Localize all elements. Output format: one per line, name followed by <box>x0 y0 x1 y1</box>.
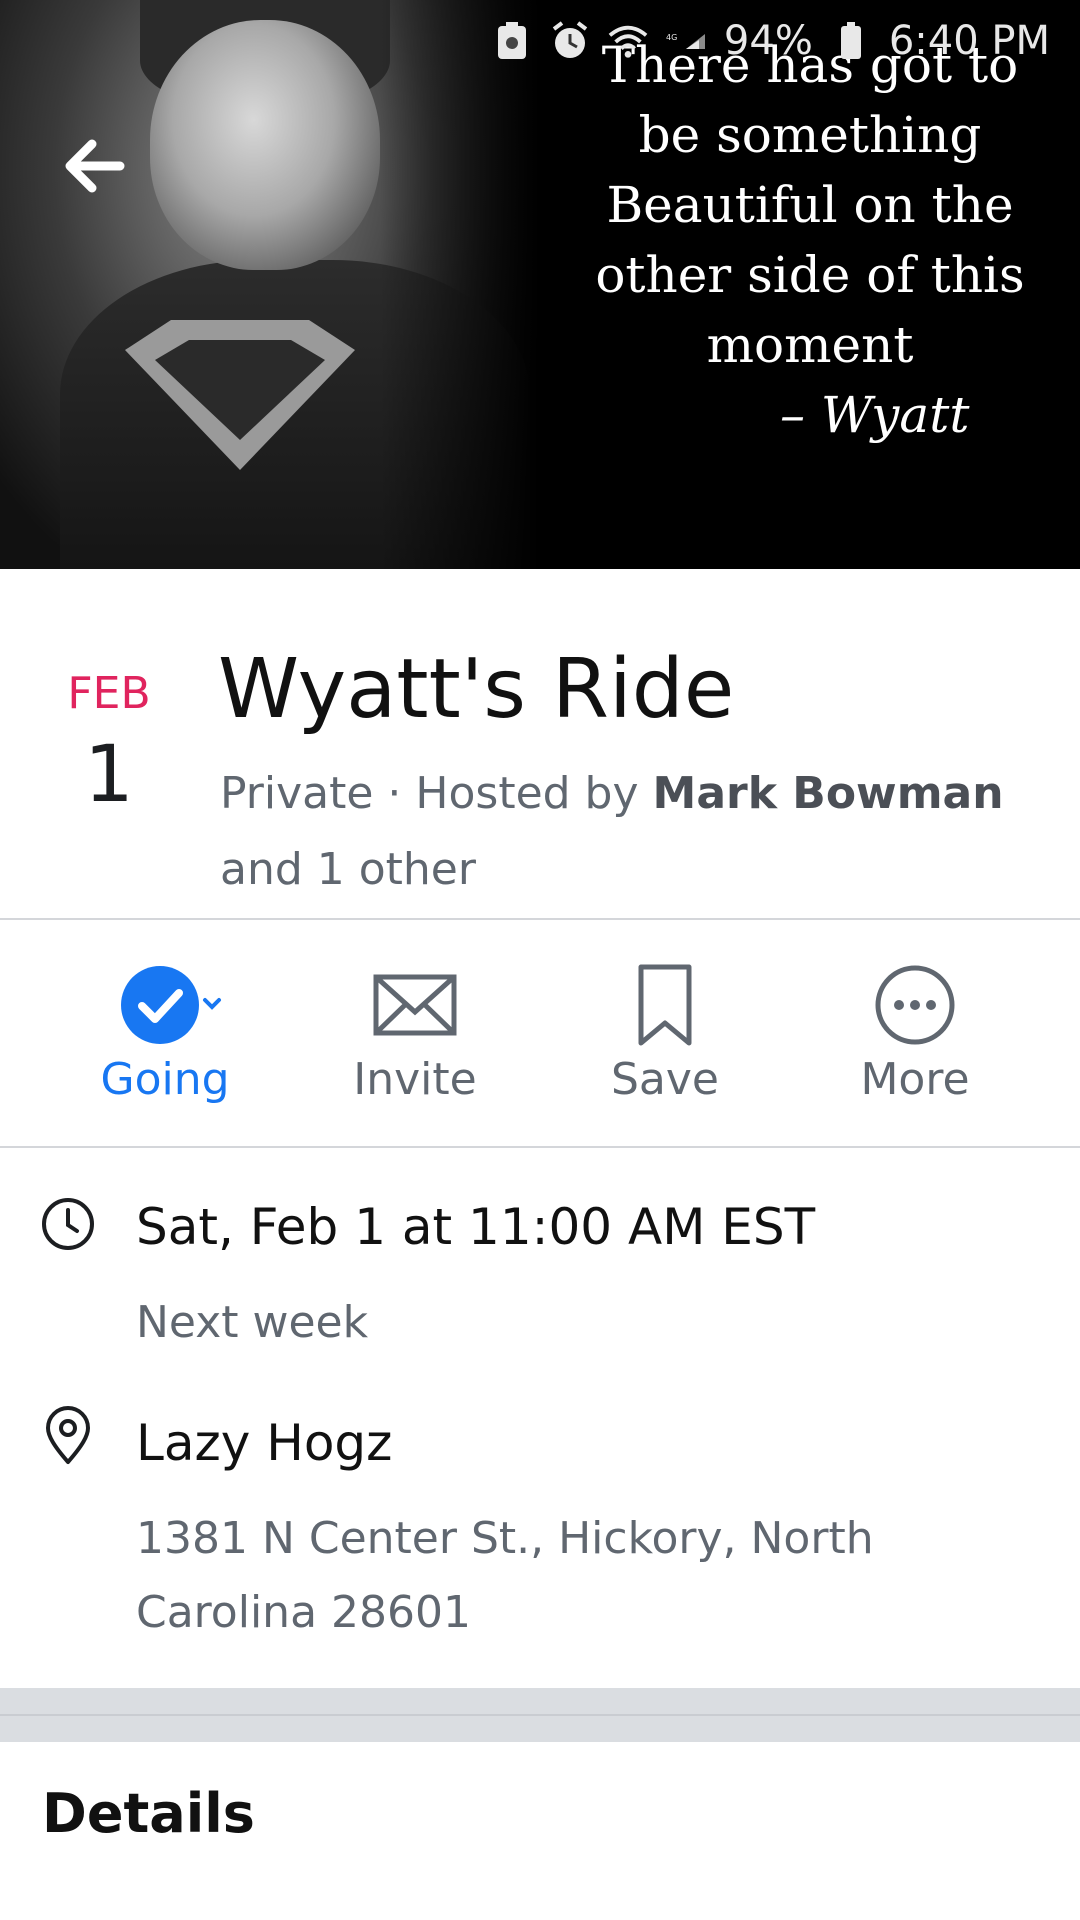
divider-line <box>0 1714 1080 1716</box>
event-host-line: Private · Hosted by Mark Bowman and 1 ot… <box>220 756 1040 908</box>
other-hosts-link[interactable]: and 1 other <box>220 844 476 895</box>
going-label: Going <box>100 1054 230 1105</box>
lte-signal-icon: 4G <box>666 21 706 61</box>
quote-author: – Wyatt <box>780 386 970 444</box>
quote-line: Beautiful on the <box>606 176 1014 234</box>
more-label: More <box>860 1054 970 1105</box>
battery-icon <box>831 21 871 61</box>
going-button[interactable]: Going <box>40 960 290 1120</box>
event-relative-time: Next week <box>136 1297 369 1348</box>
venue-address[interactable]: 1381 N Center St., Hickory, North Caroli… <box>136 1502 1036 1650</box>
cover-photo[interactable]: There has got to be something Beautiful … <box>0 0 1080 569</box>
back-button[interactable] <box>58 130 130 202</box>
cover-child-photo <box>0 0 540 569</box>
host-name-link[interactable]: Mark Bowman <box>653 768 1004 819</box>
event-datetime[interactable]: Sat, Feb 1 at 11:00 AM EST <box>136 1198 815 1256</box>
status-bar: 4G 94% 6:40 PM <box>0 0 1080 82</box>
hosted-by-label: Hosted by <box>415 768 639 819</box>
quote-line: moment <box>706 316 914 374</box>
details-heading: Details <box>42 1782 255 1845</box>
address-line: 1381 N Center St., Hickory, North <box>136 1513 874 1564</box>
address-line: Carolina 28601 <box>136 1587 471 1638</box>
section-divider <box>0 1688 1080 1742</box>
envelope-icon <box>373 974 457 1036</box>
wifi-icon <box>608 21 648 61</box>
save-button[interactable]: Save <box>540 960 790 1120</box>
chevron-down-icon <box>203 998 221 1010</box>
storage-icon <box>492 21 532 61</box>
privacy-label: Private <box>220 768 374 819</box>
divider <box>0 918 1080 920</box>
back-arrow-icon <box>65 139 125 193</box>
invite-button[interactable]: Invite <box>290 960 540 1120</box>
separator-dot: · <box>387 768 416 819</box>
event-month: FEB <box>67 668 151 719</box>
clock-icon <box>40 1196 96 1252</box>
invite-label: Invite <box>353 1054 477 1105</box>
save-label: Save <box>610 1054 719 1105</box>
location-pin-icon <box>40 1406 96 1464</box>
svg-text:4G: 4G <box>666 33 677 42</box>
battery-percent: 94% <box>723 18 813 64</box>
event-day: 1 <box>84 730 134 820</box>
cover-quote: There has got to be something Beautiful … <box>560 30 1060 380</box>
more-button[interactable]: More <box>790 960 1040 1120</box>
photo-fade <box>380 0 540 569</box>
alarm-icon <box>550 21 590 61</box>
quote-line: be something <box>638 106 982 164</box>
quote-line: other side of this <box>595 246 1025 304</box>
clock-time: 6:40 PM <box>888 18 1050 64</box>
divider <box>0 1146 1080 1148</box>
more-dots-icon <box>875 965 955 1045</box>
venue-name[interactable]: Lazy Hogz <box>136 1414 392 1472</box>
bookmark-icon <box>638 964 692 1046</box>
going-check-icon <box>121 966 221 1044</box>
event-title: Wyatt's Ride <box>218 642 735 737</box>
